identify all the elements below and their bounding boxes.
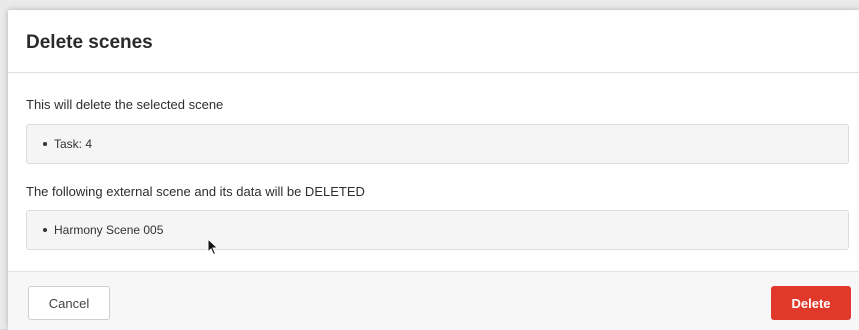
list-item: Harmony Scene 005 (43, 223, 163, 237)
external-scenes-list: Harmony Scene 005 (26, 210, 849, 250)
delete-button[interactable]: Delete (771, 286, 851, 320)
selected-scene-intro: This will delete the selected scene (26, 97, 224, 112)
external-scene-intro: The following external scene and its dat… (26, 184, 365, 199)
selected-scenes-list: Task: 4 (26, 124, 849, 164)
dialog-footer: Cancel Delete (8, 271, 859, 330)
bullet-icon (43, 227, 47, 232)
delete-scenes-dialog: Delete scenes This will delete the selec… (8, 10, 859, 330)
cancel-button[interactable]: Cancel (28, 286, 110, 320)
list-item: Task: 4 (43, 137, 92, 151)
dialog-header: Delete scenes (8, 10, 859, 73)
list-item-label: Task: 4 (54, 137, 93, 151)
bullet-icon (43, 141, 47, 146)
dialog-title: Delete scenes (26, 32, 153, 53)
list-item-label: Harmony Scene 005 (54, 223, 164, 237)
mouse-pointer-icon (207, 238, 219, 256)
dialog-body: This will delete the selected scene Task… (8, 73, 859, 271)
